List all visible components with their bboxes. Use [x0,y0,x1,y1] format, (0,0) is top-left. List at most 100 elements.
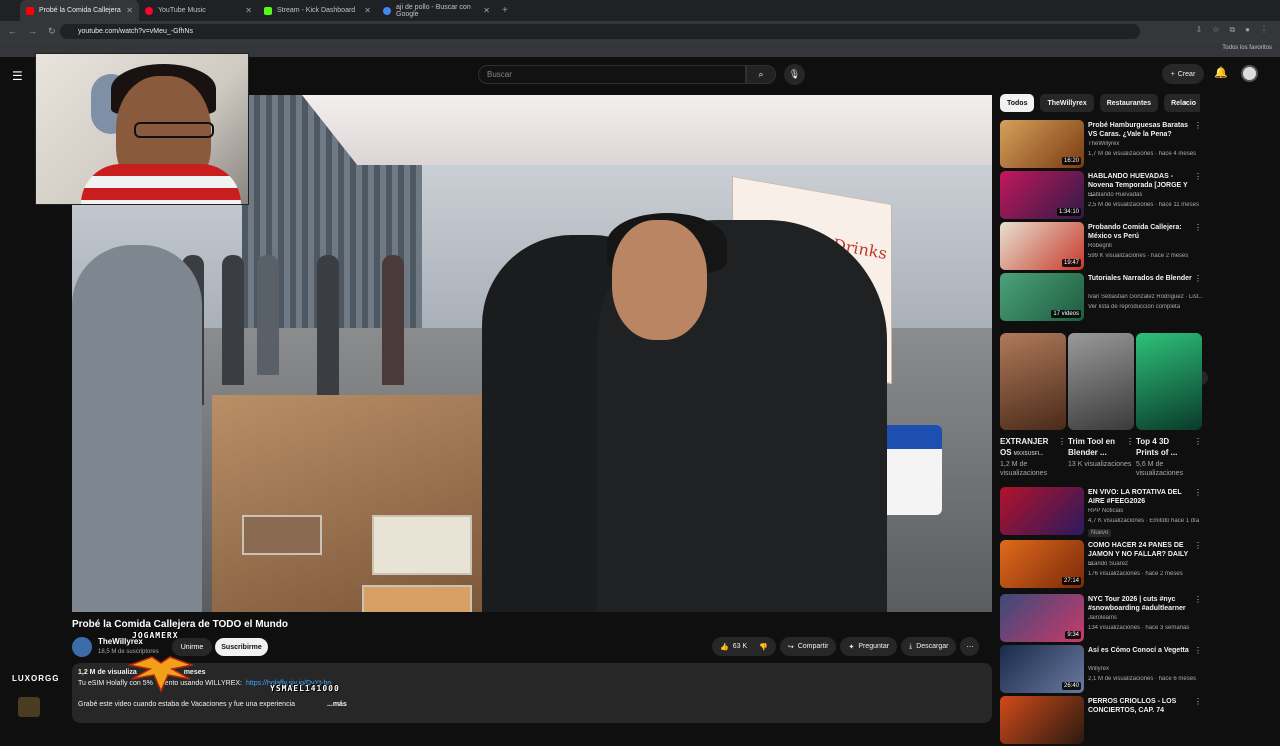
more-options-icon[interactable]: ⋮ [1194,121,1202,130]
recommended-video[interactable]: 16:20 Probé Hamburguesas Baratas VS Caras… [1000,120,1205,170]
short-title[interactable]: EXTRANJER OS MXXSUSFI... [1000,436,1058,460]
video-thumbnail[interactable]: 1:34:10 [1000,171,1084,219]
recommended-video[interactable]: 27:14 COMO HACER 24 PANES DE JAMON Y NO F… [1000,540,1205,590]
short-thumbnail[interactable] [1136,333,1202,430]
install-icon[interactable]: ⇩ [1196,25,1203,35]
video-thumbnail[interactable]: 19:47 [1000,222,1084,270]
video-title[interactable]: Probando Comida Callejera: México vs Per… [1088,223,1193,241]
recommended-video[interactable]: 17 videos Tutoriales Narrados de Blender I… [1000,273,1205,323]
recommended-video[interactable]: 26:40 Así es Cómo Conocí a Vegetta Willyre… [1000,645,1205,695]
more-options-icon[interactable]: ⋮ [1194,697,1202,706]
more-options-icon[interactable]: ⋮ [1126,437,1134,446]
chip-related[interactable]: Relacio [1164,94,1200,112]
channel-name[interactable]: Hablando Huevadas [1088,192,1203,198]
description-box[interactable]: 1,2 M de visualiza meses Tu eSIM Holafly… [72,663,992,723]
more-options-icon[interactable]: ⋮ [1194,595,1202,604]
duration-badge: 26:40 [1061,682,1081,690]
account-avatar[interactable] [1241,65,1258,82]
notifications-bell-icon[interactable]: 🔔 [1214,66,1228,79]
streamer-webcam [35,53,249,205]
url-field[interactable]: youtube.com/watch?v=vMeu_-GfhNs [60,24,1140,39]
more-options-icon[interactable]: ⋮ [1194,488,1202,497]
more-options-icon[interactable]: ⋮ [1194,646,1202,655]
short-thumbnail[interactable] [1000,333,1066,430]
short-title[interactable]: Top 4 3D Prints of ... [1136,436,1194,458]
video-meta: 176 visualizaciones · hace 2 meses [1088,571,1183,577]
browser-tab-google[interactable]: aji de pollo - Buscar con Google ✕ [377,0,496,21]
chip-restaurantes[interactable]: Restaurantes [1099,94,1159,112]
back-icon[interactable]: ← [8,26,20,36]
all-bookmarks[interactable]: Todos los favoritos [1222,45,1272,51]
channel-name[interactable]: Willyrex [1088,666,1203,672]
bookmark-star-icon[interactable]: ☆ [1212,25,1219,35]
recommended-video[interactable]: EN VIVO: LA ROTATIVA DEL AIRE #FEEG2026 R… [1000,487,1205,537]
chip-all[interactable]: Todos [1000,94,1035,112]
browser-tab-youtube-music[interactable]: YouTube Music ✕ [139,0,258,21]
search-input[interactable]: Buscar [478,65,746,84]
create-button[interactable]: + Crear [1162,64,1204,84]
search-button[interactable]: ⌕ [746,65,776,84]
show-more-link[interactable]: ...más [327,701,347,708]
thumbs-down-icon[interactable]: 👎 [759,643,768,651]
duration-badge: 9:34 [1065,631,1081,639]
video-thumbnail[interactable]: 9:34 [1000,594,1084,642]
channel-name[interactable]: Brando Suarez [1088,561,1203,567]
chip-thewillyrex[interactable]: TheWillyrex [1040,94,1094,112]
google-favicon-icon [383,6,391,15]
video-meta: 599 K visualizaciones · hace 2 meses [1088,253,1189,259]
reload-icon[interactable]: ↻ [48,26,60,37]
browser-tab-youtube[interactable]: Probé la Comida Callejera ✕ [20,0,139,21]
video-thumbnail[interactable]: 17 videos [1000,273,1084,321]
ask-button[interactable]: ✦ Preguntar [840,637,898,656]
video-title[interactable]: Así es Cómo Conocí a Vegetta [1088,646,1193,655]
more-options-icon[interactable]: ⋮ [1058,437,1066,446]
forward-icon[interactable]: → [28,26,40,36]
recommended-video[interactable]: 19:47 Probando Comida Callejera: México v… [1000,222,1205,272]
short-thumbnail[interactable] [1068,333,1134,430]
join-button[interactable]: Unirme [172,638,212,656]
more-options-icon[interactable]: ⋮ [1194,541,1202,550]
channel-name[interactable]: RPP Noticias [1088,508,1203,514]
video-thumbnail[interactable]: 16:20 [1000,120,1084,168]
browser-tab-kick[interactable]: Stream - Kick Dashboard ✕ [258,0,377,21]
video-thumbnail[interactable] [1000,487,1084,535]
more-actions-button[interactable]: ⋯ [960,637,980,656]
video-thumbnail[interactable]: 27:14 [1000,540,1084,588]
channel-name[interactable]: Robegrill [1088,243,1203,249]
video-title[interactable]: PERROS CRIOLLOS - LOS CONCIERTOS, CAP. 7… [1088,697,1193,715]
hamburger-menu-icon[interactable]: ☰ [12,69,23,83]
recommended-video[interactable]: PERROS CRIOLLOS - LOS CONCIERTOS, CAP. 7… [1000,696,1205,746]
like-button[interactable]: 👍 63 K 👎 [712,637,776,656]
video-thumbnail[interactable] [1000,696,1084,744]
close-tab-icon[interactable]: ✕ [364,6,371,15]
short-title[interactable]: Trim Tool en Blender ... [1068,436,1126,458]
kebab-menu-icon[interactable]: ⋮ [1260,25,1268,35]
video-title[interactable]: NYC Tour 2026 | cuts #nyc #snowboarding … [1088,595,1193,613]
video-title[interactable]: EN VIVO: LA ROTATIVA DEL AIRE #FEEG2026 [1088,488,1193,506]
webcam-shirt [81,164,241,204]
recommended-video[interactable]: 9:34 NYC Tour 2026 | cuts #nyc #snowboard… [1000,594,1205,644]
more-options-icon[interactable]: ⋮ [1194,437,1202,446]
voice-search-button[interactable]: 🎙 [784,64,805,85]
close-tab-icon[interactable]: ✕ [126,6,133,15]
channel-name[interactable]: Ivan Sebastian Gonzalez Rodriguez · List… [1088,294,1203,300]
more-options-icon[interactable]: ⋮ [1194,274,1202,283]
video-thumbnail[interactable]: 26:40 [1000,645,1084,693]
channel-name[interactable]: TheWillyrex [1088,141,1203,147]
close-tab-icon[interactable]: ✕ [245,6,252,15]
more-options-icon[interactable]: ⋮ [1194,223,1202,232]
download-button[interactable]: ⤓ Descargar [901,637,957,656]
video-title[interactable]: Tutoriales Narrados de Blender [1088,274,1193,283]
subscribe-button[interactable]: Suscribirme [215,638,268,656]
recommended-video[interactable]: 1:34:10 HABLANDO HUEVADAS - Novena Tempor… [1000,171,1205,221]
channel-avatar[interactable] [72,637,92,657]
close-tab-icon[interactable]: ✕ [483,6,490,15]
more-options-icon[interactable]: ⋮ [1194,172,1202,181]
extensions-icon[interactable]: ⧉ [1229,25,1235,35]
chevron-right-icon[interactable]: › [1184,97,1187,107]
share-button[interactable]: ↪ Compartir [779,637,837,656]
video-title[interactable]: Probé Hamburguesas Baratas VS Caras. ¿Va… [1088,121,1193,139]
channel-name[interactable]: Jairoleams [1088,615,1203,621]
new-tab-icon[interactable]: + [502,5,508,16]
profile-icon[interactable]: ● [1245,25,1250,35]
